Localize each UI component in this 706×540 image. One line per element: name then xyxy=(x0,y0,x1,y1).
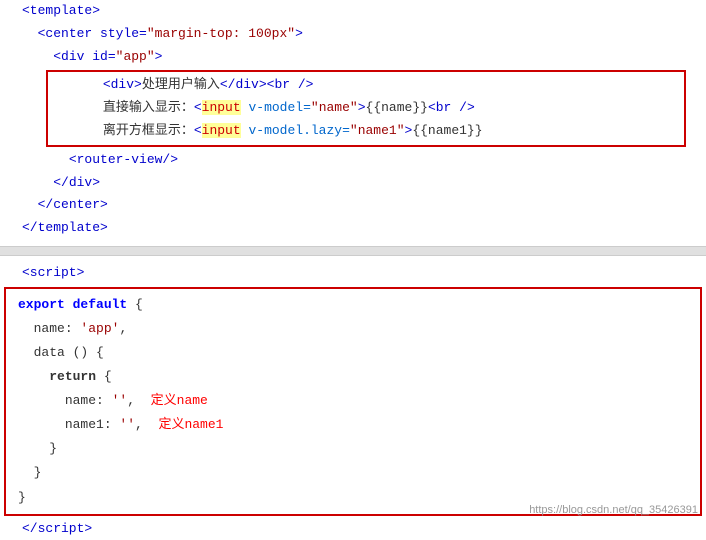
line-data-func: data () { xyxy=(14,341,692,365)
line-template-close: </template> xyxy=(0,217,706,240)
line-name-app: name: 'app', xyxy=(14,317,692,341)
line-div-close: </div> xyxy=(0,172,706,195)
line-export-default: export default { xyxy=(14,293,692,317)
line-func-close: } xyxy=(14,461,692,485)
line-name1-val: name1: '', 定义name1 xyxy=(14,413,692,437)
red-box-script: export default { name: 'app', data () { … xyxy=(4,287,702,516)
divider xyxy=(0,246,706,256)
line-div-process: <div>处理用户输入</div><br /> xyxy=(52,74,680,97)
line-input-direct: 直接输入显示：<input v-model="name">{{name}}<br… xyxy=(52,97,680,120)
line-div-open: <div id="app"> xyxy=(0,46,706,69)
line-return-close: } xyxy=(14,437,692,461)
template-section: <template> <center style="margin-top: 10… xyxy=(0,0,706,240)
line-center-close: </center> xyxy=(0,194,706,217)
line-script-open: <script> xyxy=(0,262,706,285)
watermark: https://blog.csdn.net/qq_35426391 xyxy=(529,504,698,516)
code-editor: <template> <center style="margin-top: 10… xyxy=(0,0,706,540)
line-router-view: <router-view/> xyxy=(0,149,706,172)
line-center-open: <center style="margin-top: 100px"> xyxy=(0,23,706,46)
line-return-open: return { xyxy=(14,365,692,389)
line-name-val: name: '', 定义name xyxy=(14,389,692,413)
line-input-lazy: 离开方框显示：<input v-model.lazy="name1">{{nam… xyxy=(52,120,680,143)
line-template-open: <template> xyxy=(0,0,706,23)
red-box-template: <div>处理用户输入</div><br /> 直接输入显示：<input v-… xyxy=(46,70,686,146)
line-script-close: </script> xyxy=(0,518,706,540)
